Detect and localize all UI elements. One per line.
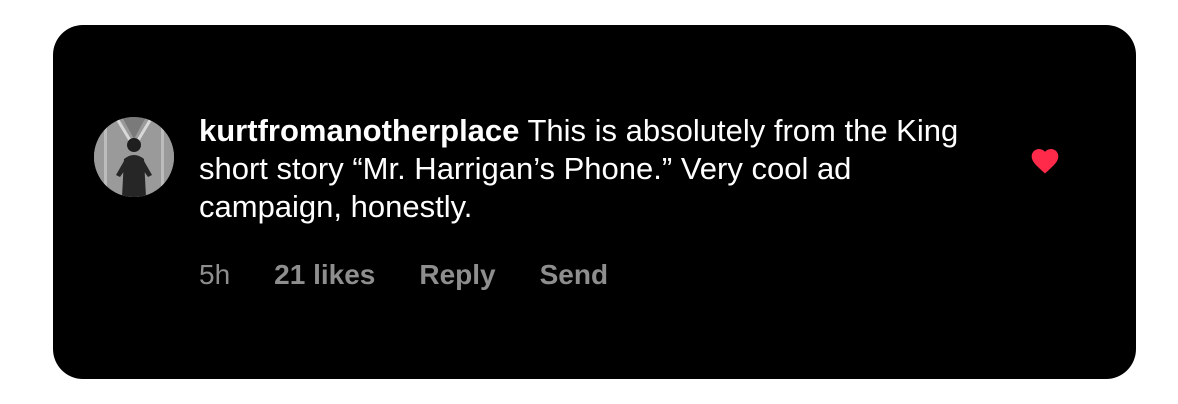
heart-icon[interactable] (1029, 145, 1061, 177)
avatar[interactable] (94, 117, 174, 197)
avatar-image (94, 117, 174, 197)
comment-timestamp: 5h (199, 259, 231, 290)
reply-button[interactable]: Reply (419, 259, 495, 291)
send-button[interactable]: Send (540, 259, 608, 291)
comment-card: kurtfromanotherplace This is absolutely … (53, 25, 1136, 379)
comment-username[interactable]: kurtfromanotherplace (199, 113, 519, 148)
like-count[interactable]: 21 likes (274, 259, 375, 291)
comment-meta: 5h 21 likes Reply Send (199, 257, 608, 293)
comment-body: kurtfromanotherplace This is absolutely … (199, 112, 989, 226)
